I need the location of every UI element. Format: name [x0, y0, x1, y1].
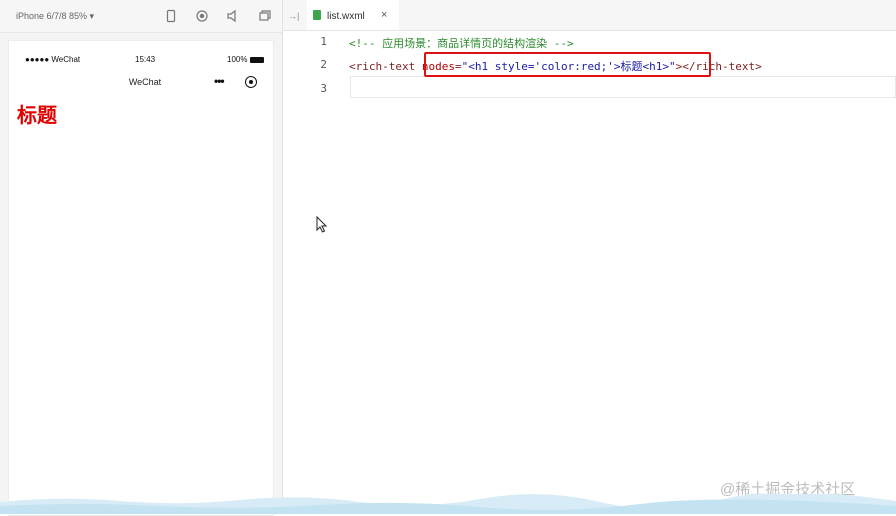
- battery-icon: [250, 57, 264, 63]
- page-heading: 标题: [17, 105, 57, 127]
- line-number: 3: [320, 82, 327, 95]
- editor-tabbar: →| list.wxml ×: [283, 0, 896, 31]
- phone-icon[interactable]: [164, 9, 178, 23]
- line-number: 2: [320, 58, 327, 71]
- status-time: 15:43: [135, 55, 156, 64]
- mouse-cursor-icon: [316, 216, 328, 233]
- record-icon[interactable]: [195, 9, 209, 23]
- tab-list-wxml[interactable]: list.wxml ×: [307, 0, 399, 30]
- collapse-sidebar-icon[interactable]: →|: [288, 11, 299, 21]
- close-icon[interactable]: ×: [381, 9, 387, 21]
- current-line-highlight: [350, 76, 896, 98]
- device-select[interactable]: iPhone 6/7/8 85% ▾: [16, 11, 94, 22]
- status-carrier: ●●●●● WeChat: [25, 55, 81, 64]
- phone-screen: ●●●●● WeChat 15:43 100% WeChat ••• 标题: [8, 40, 274, 516]
- more-menu-icon[interactable]: •••: [214, 74, 225, 88]
- simulator-toolbar: iPhone 6/7/8 85% ▾: [0, 0, 282, 33]
- nav-title: WeChat: [128, 77, 162, 87]
- status-bar: ●●●●● WeChat 15:43 100%: [9, 41, 273, 64]
- volume-icon[interactable]: [226, 9, 240, 23]
- code-line-1[interactable]: <!-- 应用场景：商品详情页的结构渲染 -->: [349, 35, 574, 51]
- status-battery: 100%: [227, 55, 248, 64]
- code-editor[interactable]: 1 <!-- 应用场景：商品详情页的结构渲染 --> 2 <rich-text …: [283, 31, 896, 514]
- annotation-highlight-box: [424, 52, 711, 77]
- window-icon[interactable]: [258, 9, 272, 23]
- file-icon: [313, 10, 321, 20]
- code-open-tag: <rich-text: [349, 60, 422, 73]
- simulator-panel: iPhone 6/7/8 85% ▾ ●●●●● WeChat 15:43 10…: [0, 0, 283, 516]
- close-capsule-icon[interactable]: [245, 76, 257, 88]
- line-number: 1: [320, 35, 327, 48]
- wave-decoration: [0, 494, 896, 514]
- tab-label: list.wxml: [327, 11, 365, 22]
